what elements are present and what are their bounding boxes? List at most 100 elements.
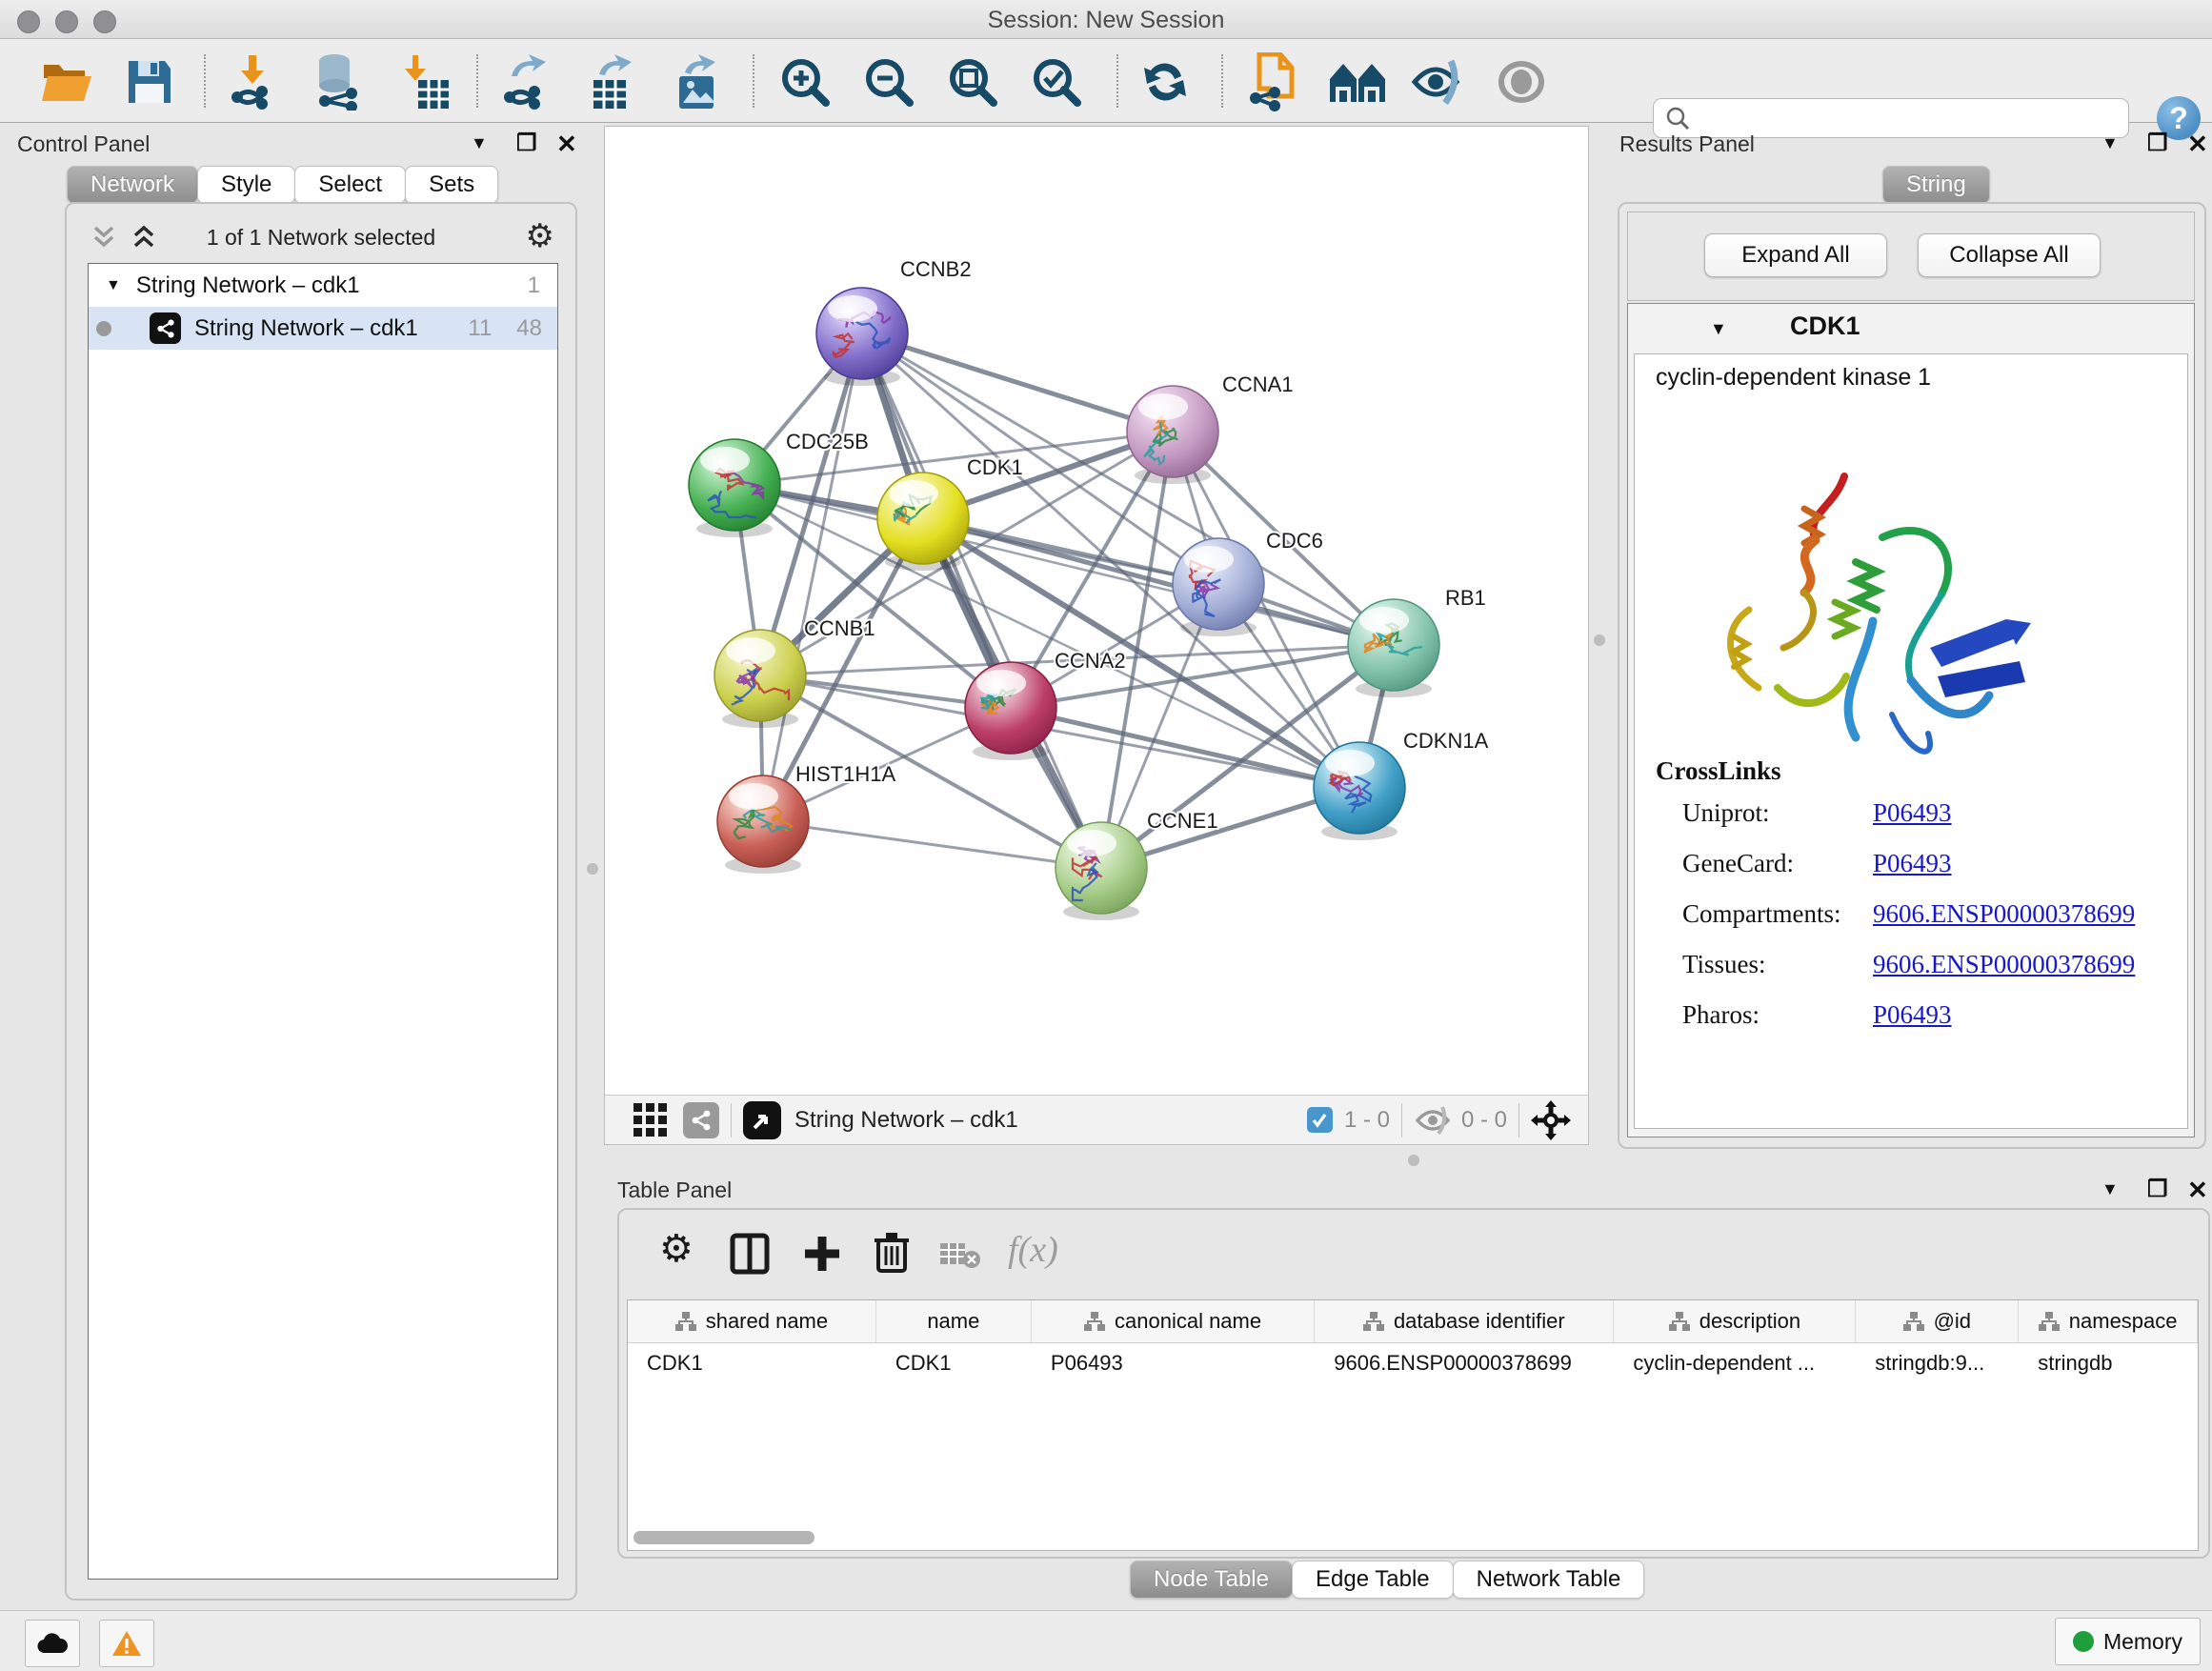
import-network-database-button[interactable] xyxy=(307,52,370,111)
table-cell[interactable]: cyclin-dependent ... xyxy=(1614,1343,1856,1383)
edge-CCNA2-CDKN1A[interactable] xyxy=(1011,708,1359,788)
memory-button[interactable]: Memory xyxy=(2055,1618,2201,1665)
table-hscrollbar-thumb[interactable] xyxy=(633,1531,814,1544)
panel-float-icon[interactable]: ❐ xyxy=(2147,130,2168,157)
delete-column-trash-icon[interactable] xyxy=(873,1231,911,1275)
main-toolbar: ? xyxy=(0,39,2212,123)
cloud-status-button[interactable] xyxy=(25,1620,80,1667)
zoom-out-button[interactable] xyxy=(857,52,920,111)
table-cell[interactable]: CDK1 xyxy=(628,1343,876,1383)
export-network-button[interactable] xyxy=(493,52,556,111)
hide-selected-button[interactable] xyxy=(1406,52,1469,111)
column-header-namespace[interactable]: namespace xyxy=(2019,1300,2198,1342)
panel-menu-icon[interactable]: ▼ xyxy=(2101,1179,2119,1199)
node-CDK1[interactable]: CDK1 xyxy=(877,455,1023,571)
table-options-gear-icon[interactable]: ⚙ xyxy=(659,1227,694,1271)
eye-slash-icon xyxy=(1409,57,1466,107)
panel-close-icon[interactable]: ✕ xyxy=(2187,1176,2208,1205)
network-options-gear-icon[interactable]: ⚙ xyxy=(526,217,554,255)
edge-HIST1H1A-CCNE1[interactable] xyxy=(763,821,1101,868)
section-expander-icon[interactable]: ▼ xyxy=(1710,319,1727,339)
column-header-shared-name[interactable]: shared name xyxy=(628,1300,876,1342)
crosslink-row: GeneCard:P06493 xyxy=(1682,849,2178,878)
create-column-icon[interactable] xyxy=(802,1233,842,1275)
show-all-button[interactable] xyxy=(1490,52,1553,111)
show-home-button[interactable] xyxy=(1326,52,1389,111)
tab-select[interactable]: Select xyxy=(294,166,406,204)
column-header-name[interactable]: name xyxy=(876,1300,1032,1342)
open-folder-icon xyxy=(40,57,95,107)
panel-close-icon[interactable]: ✕ xyxy=(2187,130,2208,159)
panel-float-icon[interactable]: ❐ xyxy=(516,130,537,157)
crosslink-label: Tissues: xyxy=(1682,950,1873,979)
table-row[interactable]: CDK1CDK1P064939606.ENSP00000378699cyclin… xyxy=(628,1343,2198,1383)
column-header-description[interactable]: description xyxy=(1614,1300,1856,1342)
new-network-from-selection-button[interactable] xyxy=(1240,52,1303,111)
table-cell[interactable]: P06493 xyxy=(1032,1343,1315,1383)
tab-node-table[interactable]: Node Table xyxy=(1130,1560,1293,1599)
crosslink-row: Tissues:9606.ENSP00000378699 xyxy=(1682,950,2178,979)
panel-float-icon[interactable]: ❐ xyxy=(2147,1176,2168,1203)
network-collection-row[interactable]: ▼ String Network – cdk1 1 xyxy=(89,264,557,307)
network-canvas[interactable]: CCNB2CCNA1CDC25BCDK1CDC6RB1CCNB1CCNA2CDK… xyxy=(605,127,1588,1095)
selected-items-checkbox-icon[interactable] xyxy=(1307,1107,1333,1133)
tab-string[interactable]: String xyxy=(1882,166,1990,204)
crosslink-link[interactable]: 9606.ENSP00000378699 xyxy=(1873,899,2135,929)
node-gloss xyxy=(1359,607,1409,634)
node-label: RB1 xyxy=(1445,586,1486,610)
fit-content-crosshair-icon[interactable] xyxy=(1531,1100,1571,1140)
tab-network[interactable]: Network xyxy=(67,166,198,204)
tab-network-table[interactable]: Network Table xyxy=(1453,1560,1645,1599)
network-mode-icon[interactable] xyxy=(683,1102,719,1138)
table-cell[interactable]: CDK1 xyxy=(876,1343,1032,1383)
node-gloss xyxy=(889,480,938,507)
panel-menu-icon[interactable]: ▼ xyxy=(2101,133,2119,153)
tab-style[interactable]: Style xyxy=(197,166,295,204)
expand-all-button[interactable]: Expand All xyxy=(1704,233,1887,277)
table-cell[interactable]: stringdb xyxy=(2019,1343,2198,1383)
show-columns-icon[interactable] xyxy=(730,1233,770,1275)
column-header-database-identifier[interactable]: database identifier xyxy=(1315,1300,1614,1342)
node-HIST1H1A[interactable]: HIST1H1A xyxy=(717,762,895,874)
right-splitter-handle[interactable] xyxy=(1594,634,1605,646)
crosslink-link[interactable]: P06493 xyxy=(1873,798,1952,828)
open-session-button[interactable] xyxy=(36,52,99,111)
edge-CCNB2-CCNE1[interactable] xyxy=(862,333,1101,868)
import-table-file-button[interactable] xyxy=(394,52,457,111)
warnings-button[interactable] xyxy=(99,1620,154,1667)
node-CDKN1A[interactable]: CDKN1A xyxy=(1314,729,1489,840)
node-label: CDK1 xyxy=(967,455,1023,479)
network-row-selected[interactable]: String Network – cdk1 11 48 xyxy=(89,307,557,350)
save-session-button[interactable] xyxy=(118,52,181,111)
export-image-button[interactable] xyxy=(665,52,728,111)
import-table-icon xyxy=(401,53,451,111)
memory-status-icon xyxy=(2073,1631,2094,1652)
zoom-fit-button[interactable] xyxy=(941,52,1004,111)
table-cell[interactable]: stringdb:9... xyxy=(1856,1343,2019,1383)
collapse-all-button[interactable]: Collapse All xyxy=(1918,233,2101,277)
import-network-file-button[interactable] xyxy=(221,52,284,111)
edge-layer xyxy=(734,333,1394,868)
zoom-selected-button[interactable] xyxy=(1025,52,1088,111)
export-table-button[interactable] xyxy=(579,52,642,111)
column-header-canonical-name[interactable]: canonical name xyxy=(1032,1300,1315,1342)
collection-expander-icon[interactable]: ▼ xyxy=(106,277,121,294)
crosslink-link[interactable]: P06493 xyxy=(1873,1000,1952,1030)
table-cell[interactable]: 9606.ENSP00000378699 xyxy=(1315,1343,1614,1383)
tab-edge-table[interactable]: Edge Table xyxy=(1292,1560,1454,1599)
crosslink-link[interactable]: P06493 xyxy=(1873,849,1952,878)
redraw-graph-button[interactable] xyxy=(1134,52,1196,111)
control-panel-tabs: NetworkStyleSelectSets xyxy=(67,166,497,204)
tab-sets[interactable]: Sets xyxy=(405,166,498,204)
grid-mode-icon[interactable] xyxy=(633,1103,668,1137)
column-header--id[interactable]: @id xyxy=(1856,1300,2019,1342)
node-CCNB2[interactable]: CCNB2 xyxy=(816,257,972,386)
panel-menu-icon[interactable]: ▼ xyxy=(471,133,488,153)
crosslink-link[interactable]: 9606.ENSP00000378699 xyxy=(1873,950,2135,979)
panel-close-icon[interactable]: ✕ xyxy=(556,130,577,159)
node-RB1[interactable]: RB1 xyxy=(1348,586,1486,697)
zoom-in-button[interactable] xyxy=(774,52,836,111)
edge-CCNB2-CCNA1[interactable] xyxy=(862,333,1173,432)
left-splitter-handle[interactable] xyxy=(587,863,598,875)
birdseye-view-icon[interactable] xyxy=(743,1101,781,1139)
